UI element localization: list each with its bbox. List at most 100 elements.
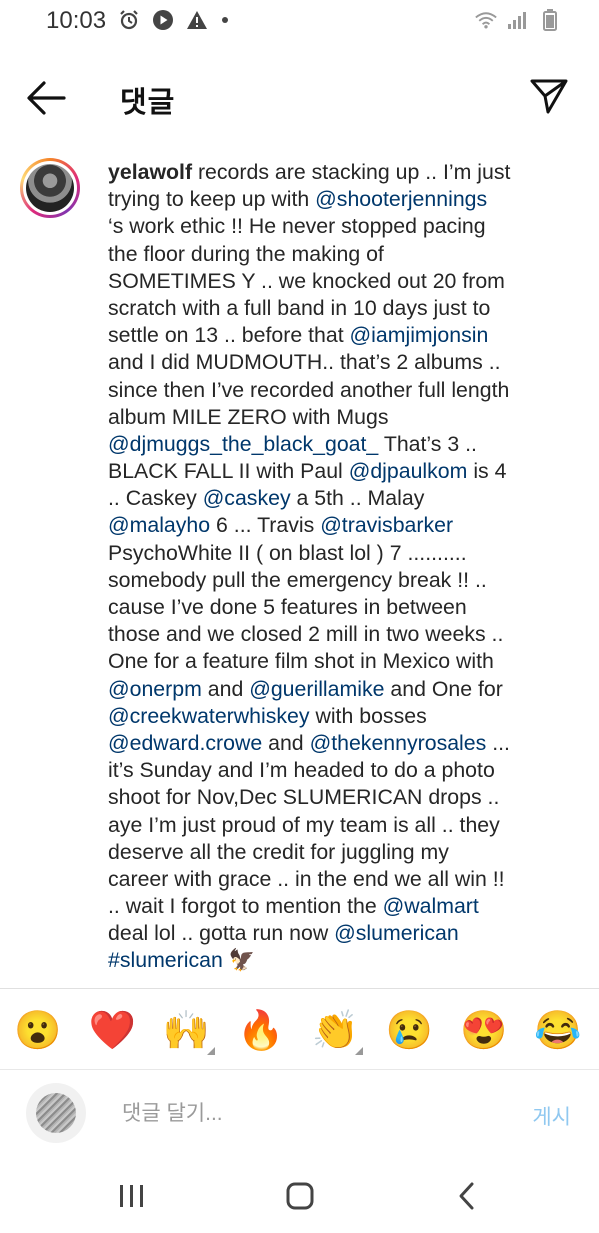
mention-link[interactable]: @travisbarker [320,513,453,537]
comment-line: deserve all the credit for juggling my [108,839,558,866]
comment-line: album MILE ZERO with Mugs [108,404,558,431]
comment-body: yelawolf records are stacking up .. I’m … [108,159,558,975]
system-nav-bar [0,1160,599,1233]
header: 댓글 [0,62,599,132]
dot-icon [222,17,228,23]
heart-eyes-emoji[interactable]: 😍 [456,1003,512,1059]
back-button[interactable] [24,78,68,118]
surprised-emoji[interactable]: 😮 [10,1003,66,1059]
comment-text-segment: and One for [384,676,503,701]
comment-line: the floor during the making of [108,241,558,268]
comment-text-segment: a 5th .. Malay [290,486,425,511]
comment-line: @onerpm and @guerillamike and One for [108,676,558,703]
mention-link[interactable]: @thekennyrosales [310,731,487,755]
comment-text-segment: shoot for Nov,Dec SLUMERICAN drops .. [108,785,500,810]
comment-text-segment: records are stacking up .. I’m just [192,160,511,184]
status-icons-right [475,9,561,31]
mention-link[interactable]: @shooterjennings [315,187,487,211]
user-avatar-image [36,1093,76,1133]
comment-line: it’s Sunday and I’m headed to do a photo [108,757,558,784]
comment-text-segment: deserve all the credit for juggling my [108,839,449,864]
comment-line: @edward.crowe and @thekennyrosales ... [108,730,558,757]
battery-icon [539,9,561,31]
play-icon [152,9,174,31]
comment-text-segment: That’s 3 .. [378,431,477,456]
tears-of-joy-emoji[interactable]: 😂 [530,1003,586,1059]
mention-link[interactable]: @iamjimjonsin [350,323,489,347]
crying-emoji[interactable]: 😢 [382,1003,438,1059]
page-title: 댓글 [120,87,176,119]
system-back-button[interactable] [445,1178,489,1214]
comment-line: @creekwaterwhiskey with bosses [108,703,558,730]
comment-text-segment: somebody pull the emergency break !! .. [108,567,487,592]
comment-line: ‘s work ethic !! He never stopped pacing [108,213,558,240]
comment-text-segment: those and we closed 2 mill in two weeks … [108,622,504,647]
comment-line: yelawolf records are stacking up .. I’m … [108,159,558,186]
crying-emoji-glyph: 😢 [385,1010,434,1052]
home-icon [286,1182,314,1210]
hashtag-link[interactable]: #slumerican [108,948,223,972]
comment-line: BLACK FALL II with Paul @djpaulkom is 4 [108,458,558,485]
mention-link[interactable]: @edward.crowe [108,731,262,755]
heart-emoji[interactable]: ❤️ [84,1003,140,1059]
comment-text-segment: 6 ... Travis [210,513,321,538]
raised-hands-emoji[interactable]: 🙌 [159,1003,215,1059]
signal-icon [507,9,529,31]
home-button[interactable] [278,1178,322,1214]
user-avatar [26,1083,86,1143]
warning-icon [186,9,208,31]
avatar-image [26,164,74,212]
mention-link[interactable]: @slumerican [334,921,459,945]
comment-text-segment: cause I’ve done 5 features in between [108,595,467,619]
comment-input[interactable] [120,1098,504,1130]
mention-link[interactable]: @djpaulkom [349,459,468,483]
share-button[interactable] [529,76,569,116]
mention-link[interactable]: @onerpm [108,677,202,701]
comment-text-segment: SOMETIMES Y .. we knocked out 20 from [108,268,505,293]
comment-text-segment: scratch with a full band in 10 days just… [108,295,491,320]
status-icons-left [118,9,228,31]
comment-text-segment: since then I’ve recorded another full le… [108,377,510,402]
paper-plane-icon [530,79,568,114]
comment-line: .. wait I forgot to mention the @walmart [108,893,558,920]
clapping-hands-emoji[interactable]: 👏 [307,1003,364,1059]
mention-link[interactable]: @guerillamike [249,677,384,701]
comment-text-segment: ‘s work ethic !! He never stopped pacing [108,214,486,239]
comment-line: deal lol .. gotta run now @slumerican [108,920,558,947]
comment-text-segment: deal lol .. gotta run now [108,921,335,946]
comment-line: settle on 13 .. before that @iamjimjonsi… [108,322,558,349]
comment-text-segment: .. wait I forgot to mention the [108,894,383,919]
mention-link[interactable]: @caskey [203,486,291,510]
comment-text-segment: with bosses [309,703,427,728]
comment-line: .. Caskey @caskey a 5th .. Malay [108,485,558,512]
comment-line: somebody pull the emergency break !! .. [108,567,558,594]
comment-line: @djmuggs_the_black_goat_ That’s 3 .. [108,431,558,458]
comment-line: #slumerican 🦅 [108,947,558,974]
mention-link[interactable]: @djmuggs_the_black_goat_ [108,432,378,456]
back-icon [459,1182,474,1210]
comment-text-segment: trying to keep up with [108,187,316,212]
mention-link[interactable]: @creekwaterwhiskey [108,704,310,728]
comment-line: shoot for Nov,Dec SLUMERICAN drops .. [108,784,558,811]
comment-text-segment: and [262,730,310,755]
post-button[interactable]: 게시 [532,1101,571,1131]
surprised-emoji-glyph: 😮 [14,1010,62,1052]
variant-indicator-icon [355,1047,364,1055]
recent-apps-icon [120,1185,143,1207]
status-time: 10:03 [46,7,107,34]
comment-text-segment: PsychoWhite II ( on blast lol ) 7 ......… [108,540,467,565]
heart-eyes-emoji-glyph: 😍 [460,1010,508,1052]
comment-text-segment: album MILE ZERO with Mugs [108,404,389,429]
comment-text-segment: aye I’m just proud of my team is all .. … [108,812,500,837]
avatar[interactable] [20,158,80,218]
mention-link[interactable]: @malayho [108,513,210,537]
mention-link[interactable]: @walmart [383,894,479,918]
comment-line: since then I’ve recorded another full le… [108,377,558,404]
recent-apps-button[interactable] [110,1178,154,1214]
fire-emoji[interactable]: 🔥 [233,1003,289,1059]
comment-text-segment: One for a feature film shot in Mexico wi… [108,649,494,674]
comment-line: SOMETIMES Y .. we knocked out 20 from [108,268,558,295]
comment-text-segment: ... [486,730,510,755]
alarm-icon [118,9,140,31]
username[interactable]: yelawolf [108,160,192,184]
